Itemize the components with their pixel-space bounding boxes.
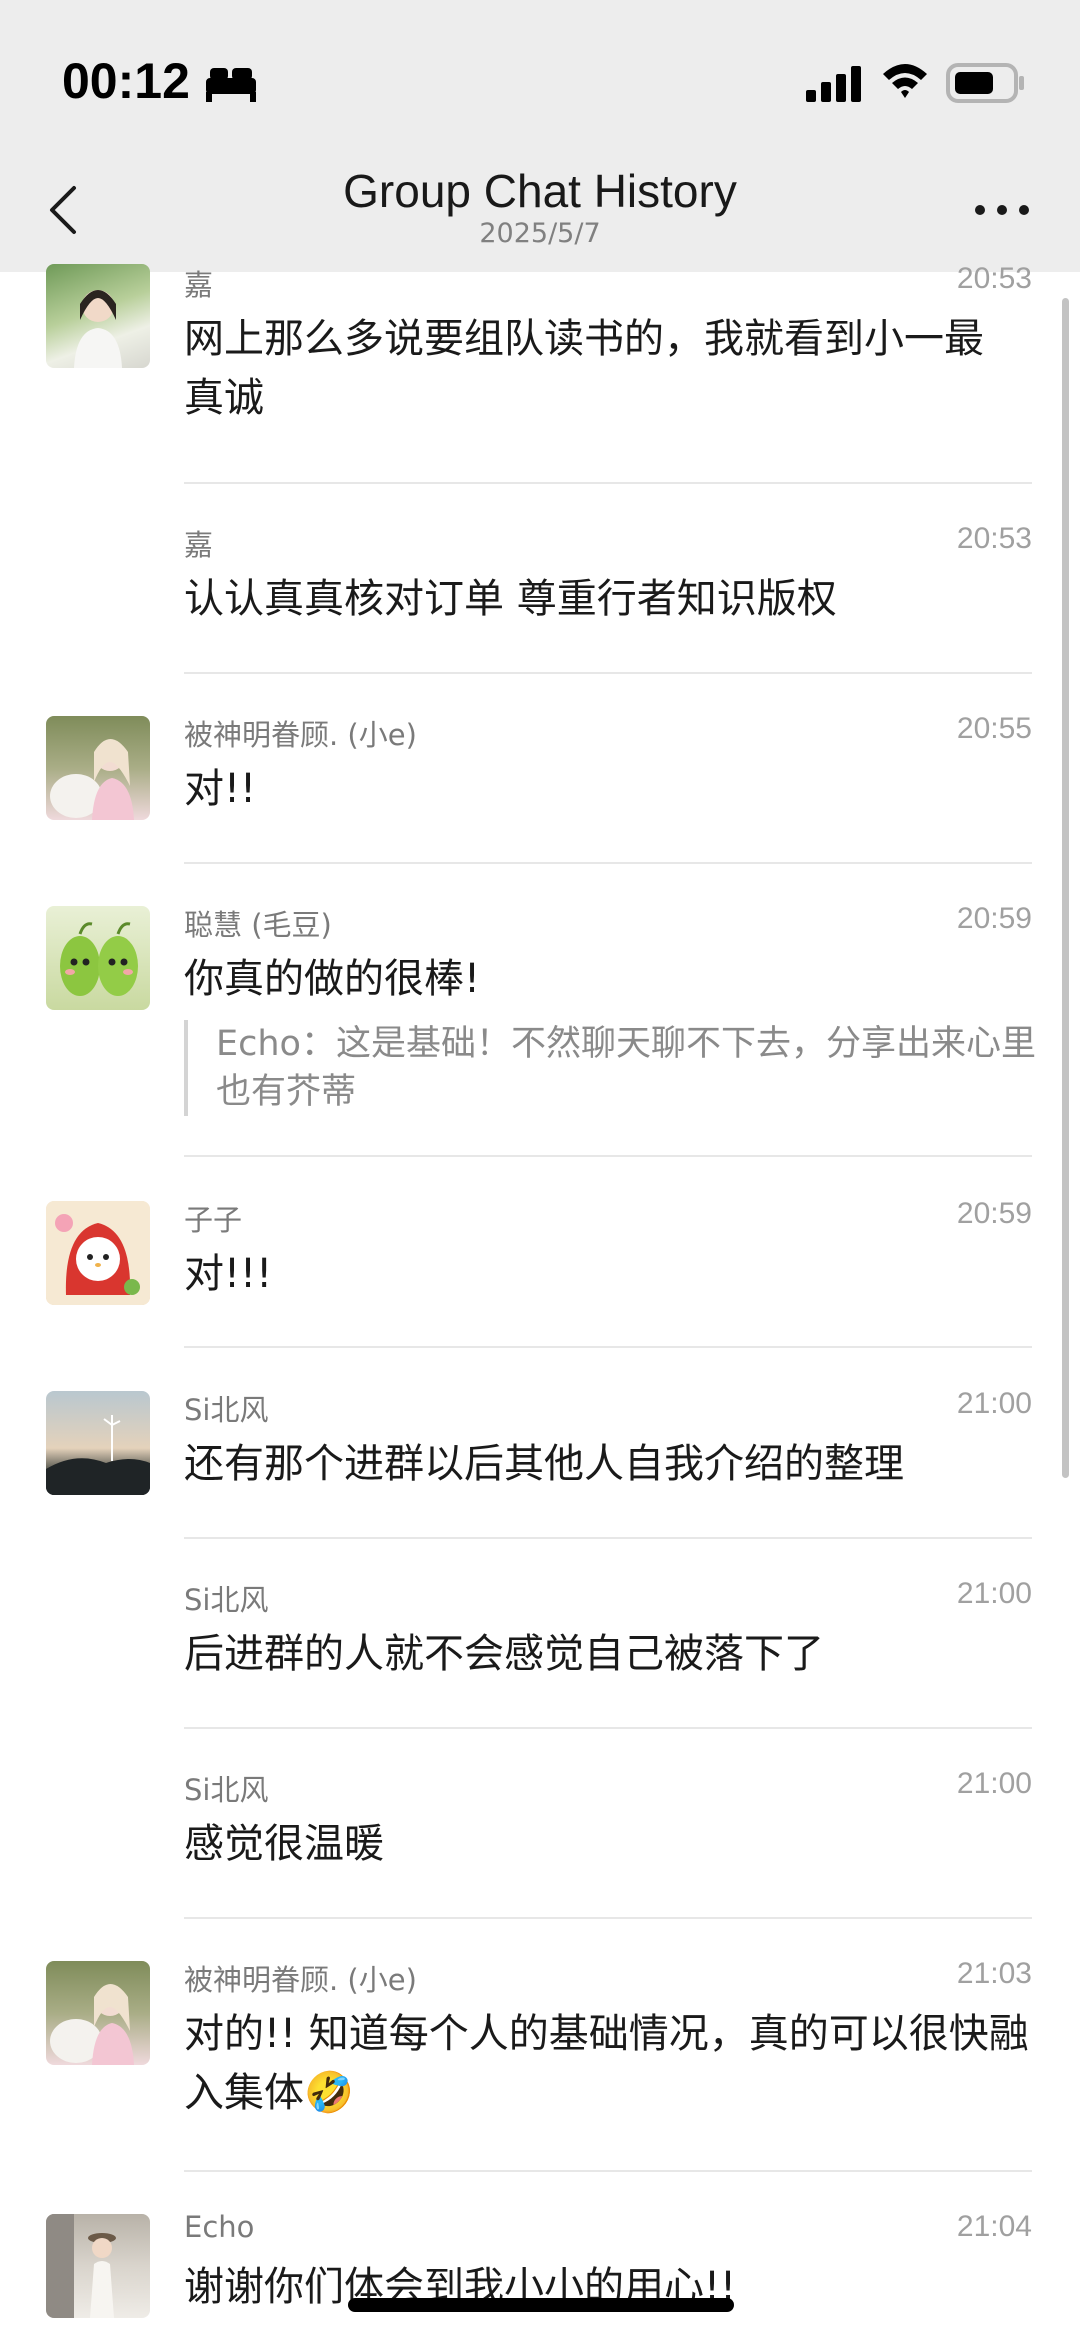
avatar[interactable] [46,1391,150,1495]
message-text: 网上那么多说要组队读书的，我就看到小一最真诚 [184,316,984,421]
message-time: 20:53 [956,262,1032,295]
avatar[interactable] [46,716,150,820]
status-bar: 00:12 [0,0,1080,160]
message-sender: 被神明眷顾. (小e) [184,1963,417,1997]
avatar[interactable] [46,264,150,368]
message-time: 20:59 [956,1197,1032,1230]
message-divider [184,1917,1032,1919]
scrollbar[interactable] [1062,298,1069,1478]
message-sender: 聪慧 (毛豆) [184,908,332,942]
page-title: Group Chat History [343,165,737,217]
wifi-icon [883,64,927,98]
message-sender: Si北风 [184,1393,269,1427]
page-date: 2025/5/7 [479,218,601,249]
message-text: 认认真真核对订单 尊重行者知识版权 [184,576,837,622]
message-time: 21:00 [956,1767,1032,1800]
message-time: 20:55 [956,712,1032,745]
message-sender: 嘉 [184,528,214,562]
signal-icon [806,66,861,102]
avatar[interactable] [46,2214,150,2318]
message-divider [184,2170,1032,2172]
message-sender: Echo [184,2210,255,2244]
message-sender: Si北风 [184,1583,269,1617]
message-sender: 子子 [184,1203,243,1237]
more-dots-icon[interactable] [972,200,1032,220]
message-sender: 嘉 [184,268,214,302]
avatar[interactable] [46,1201,150,1305]
status-time: 00:12 [62,53,190,109]
message-text: 对的!! 知道每个人的基础情况，真的可以很快融入集体🤣 [184,2011,1029,2116]
message-text: 你真的做的很棒! [184,956,481,1002]
message-time: 20:53 [956,522,1032,555]
message-divider [184,1155,1032,1157]
avatar[interactable] [46,1961,150,2065]
quoted-message[interactable]: Echo：这是基础！不然聊天聊不下去，分享出来心里也有芥蒂 [184,1020,1054,1116]
nav-bar: Group Chat History 2025/5/7 [0,160,1080,272]
message-time: 21:03 [956,1957,1032,1990]
message-text: 对!!! [184,1251,273,1297]
message-divider [184,1346,1032,1348]
message-time: 21:00 [956,1387,1032,1420]
battery-icon [946,63,1024,103]
message-text: 感觉很温暖 [184,1821,384,1867]
message-time: 21:04 [956,2210,1032,2243]
avatar[interactable] [46,906,150,1010]
message-divider [184,672,1032,674]
message-time: 21:00 [956,1577,1032,1610]
message-text: 还有那个进群以后其他人自我介绍的整理 [184,1441,904,1487]
message-sender: Si北风 [184,1773,269,1807]
message-time: 20:59 [956,902,1032,935]
message-divider [184,862,1032,864]
message-divider [184,1727,1032,1729]
message-divider [184,482,1032,484]
message-sender: 被神明眷顾. (小e) [184,718,417,752]
home-indicator[interactable] [348,2298,734,2312]
message-divider [184,1537,1032,1539]
message-text: 后进群的人就不会感觉自己被落下了 [184,1631,824,1677]
message-text: 对!! [184,766,257,812]
bed-icon [206,68,256,102]
